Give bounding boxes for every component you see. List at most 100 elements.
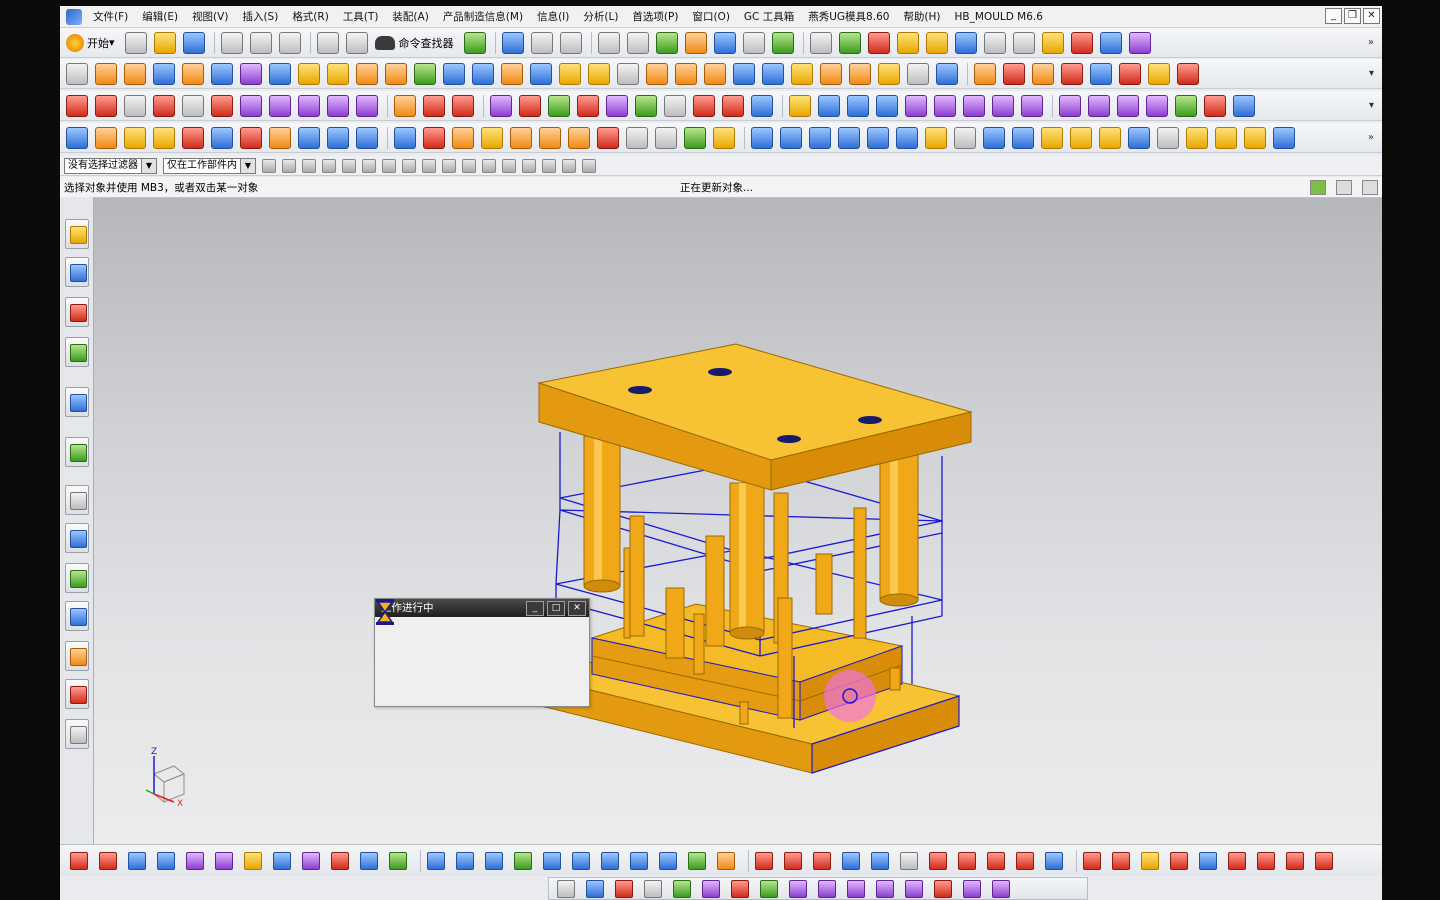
character-icon[interactable] [66,126,88,149]
menu-tools[interactable]: 工具(T) [336,9,386,24]
rectangle-icon[interactable] [124,94,146,117]
circle-tool-icon[interactable] [1016,851,1034,870]
graphics-window[interactable]: Z X 工作进行中 _ □ ✕ [94,198,1382,844]
gate-insert-icon[interactable] [360,851,378,870]
corner-trim-icon[interactable] [929,851,947,870]
tube-icon[interactable] [907,62,929,85]
measure-icon[interactable] [925,31,948,54]
menu-edit[interactable]: 编辑(E) [135,9,185,24]
close-button[interactable]: ✕ [1363,8,1380,24]
extrude-icon[interactable] [95,62,117,85]
mirror-icon[interactable] [704,62,726,85]
sketch-icon[interactable] [66,62,88,85]
recycle-icon[interactable] [1310,180,1326,195]
grid-toggle-icon[interactable] [1336,180,1352,195]
ejector-pin-icon[interactable] [1061,62,1083,85]
hole-icon[interactable] [182,62,204,85]
extract-icon[interactable] [733,62,755,85]
lasso-icon[interactable] [362,158,376,173]
draw-line-icon[interactable] [958,851,976,870]
menu-help[interactable]: 帮助(H) [896,9,947,24]
sew-icon[interactable] [762,62,784,85]
disk-icon[interactable] [644,879,662,898]
constraint-navigator-tab[interactable] [65,257,89,287]
runner-icon[interactable] [1148,62,1170,85]
dialog-minimize-button[interactable]: _ [526,601,544,616]
baffle-icon[interactable] [601,851,619,870]
standard-part-icon[interactable] [1032,62,1054,85]
section-icon[interactable] [1041,31,1064,54]
menu-view[interactable]: 视图(V) [185,9,235,24]
plate-icon[interactable] [925,126,947,149]
vise-icon[interactable] [963,879,981,898]
sleeve-icon[interactable] [99,851,117,870]
selection-scope-dropdown[interactable]: 仅在工作部件内 [163,157,256,174]
dimension-line-icon[interactable] [548,94,570,117]
ellipse-icon[interactable] [240,94,262,117]
menu-format[interactable]: 格式(R) [285,9,336,24]
component-icon[interactable] [1233,94,1255,117]
solid-block-icon[interactable] [153,126,175,149]
rotate-icon[interactable] [813,851,831,870]
post-icon[interactable] [992,879,1010,898]
slash-icon[interactable] [755,851,773,870]
ramp-icon[interactable] [186,851,204,870]
rotate-view-icon[interactable] [1099,31,1122,54]
drill-icon[interactable] [876,879,894,898]
dimension-icon[interactable] [1012,31,1035,54]
fixture-icon[interactable] [934,879,952,898]
mold-base-icon[interactable] [1003,62,1025,85]
bridge-curve-icon[interactable] [452,94,474,117]
cylinder-icon[interactable] [240,62,262,85]
toolbar-overflow-icon[interactable]: ▾ [1369,100,1374,111]
section-view-icon[interactable] [684,31,707,54]
move-object-icon[interactable] [530,31,553,54]
matrix-icon[interactable] [900,851,918,870]
symbol-icon[interactable] [664,94,686,117]
group-icon[interactable] [871,851,889,870]
wave-link-icon[interactable] [1204,94,1226,117]
draft-icon[interactable] [327,62,349,85]
list-icon[interactable] [1273,126,1295,149]
text-icon[interactable] [182,94,204,117]
window-split-icon[interactable] [1170,851,1188,870]
cad-icon[interactable] [586,879,604,898]
stripes-icon[interactable] [1257,851,1275,870]
existing-point-snap-icon[interactable] [522,158,536,173]
control-point-snap-icon[interactable] [442,158,456,173]
red-cube-icon[interactable] [240,126,262,149]
insert-icon[interactable] [298,126,320,149]
intersection-snap-icon[interactable] [462,158,476,173]
new-file-icon[interactable] [124,31,147,54]
bounded-grid-snap-icon[interactable] [582,158,596,173]
menu-pmi[interactable]: 产品制造信息(M) [436,9,530,24]
bracket-icon[interactable] [389,851,407,870]
feature-filter-icon[interactable] [262,158,276,173]
parallel-icon[interactable] [1128,126,1150,149]
ruler-icon[interactable] [983,31,1006,54]
target-icon[interactable] [557,879,575,898]
spiral-icon[interactable] [702,879,720,898]
extend-sheet-icon[interactable] [1021,94,1043,117]
offset-face-icon[interactable] [588,62,610,85]
orange-cube-icon[interactable] [510,126,532,149]
polyline-icon[interactable] [153,94,175,117]
bushing-icon[interactable] [302,851,320,870]
pin-icon[interactable] [70,851,88,870]
menu-information[interactable]: 信息(I) [530,9,576,24]
quadrant-snap-icon[interactable] [502,158,516,173]
cavity-layout-icon[interactable] [1090,62,1112,85]
redo-icon[interactable] [345,31,368,54]
pencil-icon[interactable] [987,851,1005,870]
boss-icon[interactable] [211,62,233,85]
start-button[interactable]: 开始 ▾ [66,33,115,52]
connector-icon[interactable] [572,851,590,870]
roles-tab[interactable] [65,601,89,631]
sweep-icon[interactable] [878,62,900,85]
face-orange-icon[interactable] [539,126,561,149]
hash-icon[interactable] [1157,126,1179,149]
ejector-icon[interactable] [1215,126,1237,149]
gap-icon[interactable] [1099,126,1121,149]
clamp-icon[interactable] [905,879,923,898]
dialog-title-bar[interactable]: 工作进行中 _ □ ✕ [375,599,589,617]
